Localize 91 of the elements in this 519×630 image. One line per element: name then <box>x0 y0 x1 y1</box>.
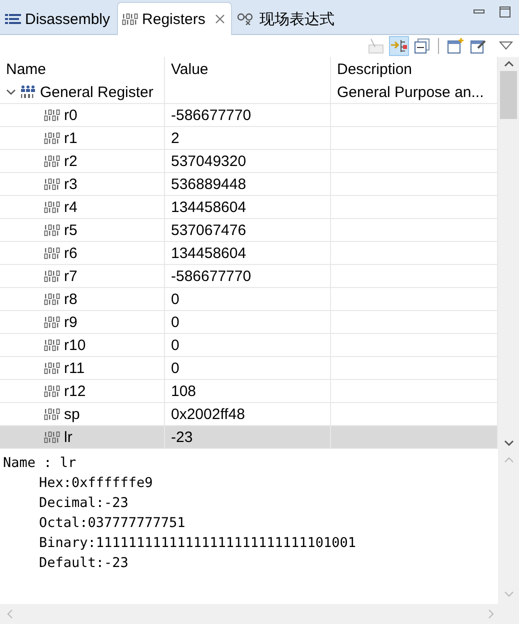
register-row[interactable]: r12 108 <box>0 380 498 403</box>
group-row[interactable]: General Register General Purpose an... <box>0 81 498 104</box>
register-row[interactable]: r6 134458604 <box>0 242 498 265</box>
detail-line: Binary:11111111111111111111111111101001 <box>39 535 356 551</box>
register-name: r4 <box>64 198 78 216</box>
register-value: -586677770 <box>171 268 252 284</box>
register-value: 134458604 <box>171 244 246 262</box>
group-description: General Purpose an... <box>337 84 484 100</box>
register-name: sp <box>64 406 80 422</box>
register-name: r11 <box>64 360 85 376</box>
register-name: r0 <box>64 106 78 124</box>
register-name: r3 <box>64 176 78 192</box>
view-menu-icon[interactable] <box>499 41 513 51</box>
register-name: r9 <box>64 314 78 330</box>
register-value: 0 <box>171 336 180 354</box>
detail-line: Name : lr <box>3 455 76 471</box>
register-row[interactable]: r1 2 <box>0 127 498 150</box>
register-value: 2 <box>171 130 180 146</box>
vertical-scrollbar[interactable] <box>498 57 519 450</box>
register-value: 0 <box>171 360 180 376</box>
scroll-thumb[interactable] <box>500 71 517 119</box>
register-name: r2 <box>64 152 78 170</box>
register-value: -586677770 <box>171 106 252 124</box>
detail-line: Hex:0xffffffe9 <box>39 475 153 491</box>
register-row[interactable]: r2 537049320 <box>0 150 498 173</box>
column-header[interactable]: Description <box>337 60 412 78</box>
register-row[interactable]: r4 134458604 <box>0 196 498 219</box>
register-value: 0 <box>171 314 180 330</box>
register-row[interactable]: lr -23 <box>0 426 498 449</box>
register-value: -23 <box>171 428 193 446</box>
column-header[interactable]: Value <box>171 60 208 78</box>
binary-icon <box>44 431 60 443</box>
binary-icon <box>44 224 60 236</box>
register-row[interactable]: r5 537067476 <box>0 219 498 242</box>
binary-icon <box>44 155 60 167</box>
binary-icon <box>44 408 60 420</box>
view-tab[interactable]: 现场表达式 <box>232 3 342 34</box>
binary-icon <box>44 270 60 282</box>
register-row[interactable]: r7 -586677770 <box>0 265 498 288</box>
binary-icon <box>44 316 60 328</box>
register-value: 134458604 <box>171 198 246 216</box>
register-name: r6 <box>64 244 78 262</box>
view-tab[interactable]: Disassembly <box>0 3 118 34</box>
column-header[interactable]: Name <box>6 60 46 78</box>
register-name: lr <box>64 428 72 446</box>
register-row[interactable]: r0 -586677770 <box>0 104 498 127</box>
register-value: 0 <box>171 290 180 308</box>
register-name: r5 <box>64 222 78 238</box>
binary-icon <box>44 385 60 397</box>
register-row[interactable]: r10 0 <box>0 334 498 357</box>
binary-icon <box>44 178 60 190</box>
disassembly-icon <box>5 14 21 24</box>
new-window-icon <box>448 37 464 54</box>
binary-icon <box>44 293 60 305</box>
register-value: 536889448 <box>171 176 246 192</box>
register-value: 537049320 <box>171 152 246 170</box>
binary-icon <box>122 13 138 25</box>
register-row[interactable]: r11 0 <box>0 357 498 380</box>
binary-icon <box>44 132 60 144</box>
toolbar-button[interactable] <box>412 36 432 56</box>
register-value: 108 <box>171 382 196 400</box>
detail-line: Default:-23 <box>39 555 128 571</box>
register-row[interactable]: r3 536889448 <box>0 173 498 196</box>
detail-line: Octal:037777777751 <box>39 515 186 531</box>
register-value: 537067476 <box>171 222 246 238</box>
layout-icon <box>390 40 407 52</box>
register-group-icon <box>20 85 36 99</box>
edit-window-icon <box>470 40 486 54</box>
binary-icon <box>44 109 60 121</box>
glasses-icon <box>237 13 256 25</box>
register-value: 0x2002ff48 <box>171 406 245 422</box>
register-name: r10 <box>64 336 86 354</box>
format-icon <box>368 38 384 54</box>
binary-icon <box>44 362 60 374</box>
binary-icon <box>44 201 60 213</box>
collapse-icon <box>414 38 430 54</box>
register-name: r1 <box>64 130 78 146</box>
group-name[interactable]: General Register <box>40 84 154 100</box>
toolbar-button[interactable] <box>389 36 409 56</box>
toolbar-button[interactable] <box>445 36 465 56</box>
maximize-icon[interactable] <box>499 6 511 18</box>
register-name: r12 <box>64 382 86 400</box>
view-tab[interactable]: Registers <box>117 2 232 35</box>
register-row[interactable]: r9 0 <box>0 311 498 334</box>
close-icon[interactable] <box>215 14 226 24</box>
register-name: r8 <box>64 290 78 308</box>
detail-line: Decimal:-23 <box>39 495 128 511</box>
binary-icon <box>44 247 60 259</box>
register-name: r7 <box>64 268 78 284</box>
register-row[interactable]: r8 0 <box>0 288 498 311</box>
binary-icon <box>44 339 60 351</box>
